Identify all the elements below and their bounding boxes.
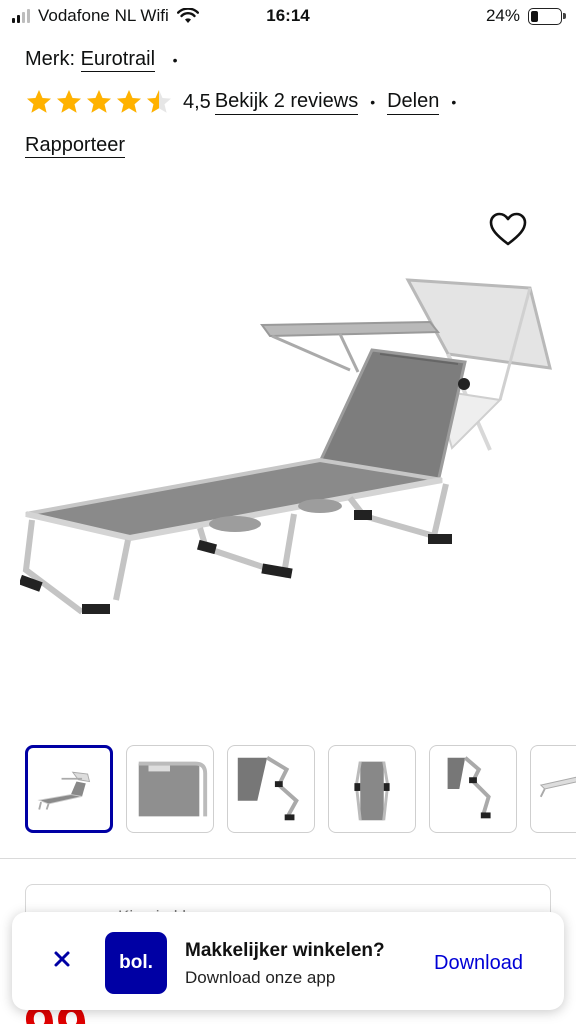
thumbnail-4[interactable]	[328, 745, 416, 833]
thumbnail-1[interactable]	[25, 745, 113, 833]
bol-logo: bol.	[105, 932, 167, 994]
thumbnail-2[interactable]	[126, 745, 214, 833]
brand-line: Merk: Eurotrail •	[25, 48, 190, 72]
star-full-icon	[117, 90, 141, 113]
rating-stars[interactable]	[25, 88, 173, 116]
star-half-icon	[147, 90, 171, 113]
rating-value: 4,5	[183, 90, 211, 113]
reviews-link[interactable]: Bekijk 2 reviews	[214, 90, 359, 115]
banner-title: Makkelijker winkelen?	[185, 940, 385, 961]
separator-dot: •	[172, 52, 178, 68]
download-button[interactable]: Download	[434, 952, 523, 975]
battery-icon	[528, 7, 566, 25]
status-right: 24%	[485, 6, 566, 26]
status-bar: Vodafone NL Wifi 16:14 24%	[0, 0, 576, 34]
thumbnail-3[interactable]	[227, 745, 315, 833]
close-icon[interactable]	[52, 949, 72, 969]
thumbnail-image	[539, 776, 576, 798]
star-full-icon	[87, 90, 111, 113]
app-download-banner: bol. Makkelijker winkelen? Download onze…	[12, 912, 564, 1010]
star-full-icon	[57, 90, 81, 113]
brand-label: Merk:	[25, 48, 75, 70]
thumbnail-image	[354, 761, 390, 821]
heart-outline-icon[interactable]	[488, 210, 528, 250]
separator-dot: •	[370, 94, 376, 110]
thumbnail-6[interactable]	[530, 745, 576, 833]
thumbnail-strip	[25, 745, 576, 835]
banner-subtitle: Download onze app	[185, 968, 336, 987]
report-line: Rapporteer	[25, 134, 126, 158]
thumbnail-image	[237, 756, 299, 821]
product-image[interactable]	[20, 270, 560, 630]
star-full-icon	[27, 90, 51, 113]
separator-dot: •	[451, 94, 457, 110]
report-link[interactable]: Rapporteer	[25, 134, 126, 158]
thumbnail-image	[37, 771, 91, 810]
thumbnail-image	[447, 756, 491, 819]
brand-link[interactable]: Eurotrail	[80, 48, 156, 72]
divider	[0, 858, 576, 859]
thumbnail-5[interactable]	[429, 745, 517, 833]
thumbnail-image	[138, 761, 208, 817]
rating-line: 4,5 Bekijk 2 reviews • Delen •	[25, 88, 468, 116]
battery-percent: 24%	[485, 6, 520, 25]
share-link[interactable]: Delen	[387, 90, 440, 115]
